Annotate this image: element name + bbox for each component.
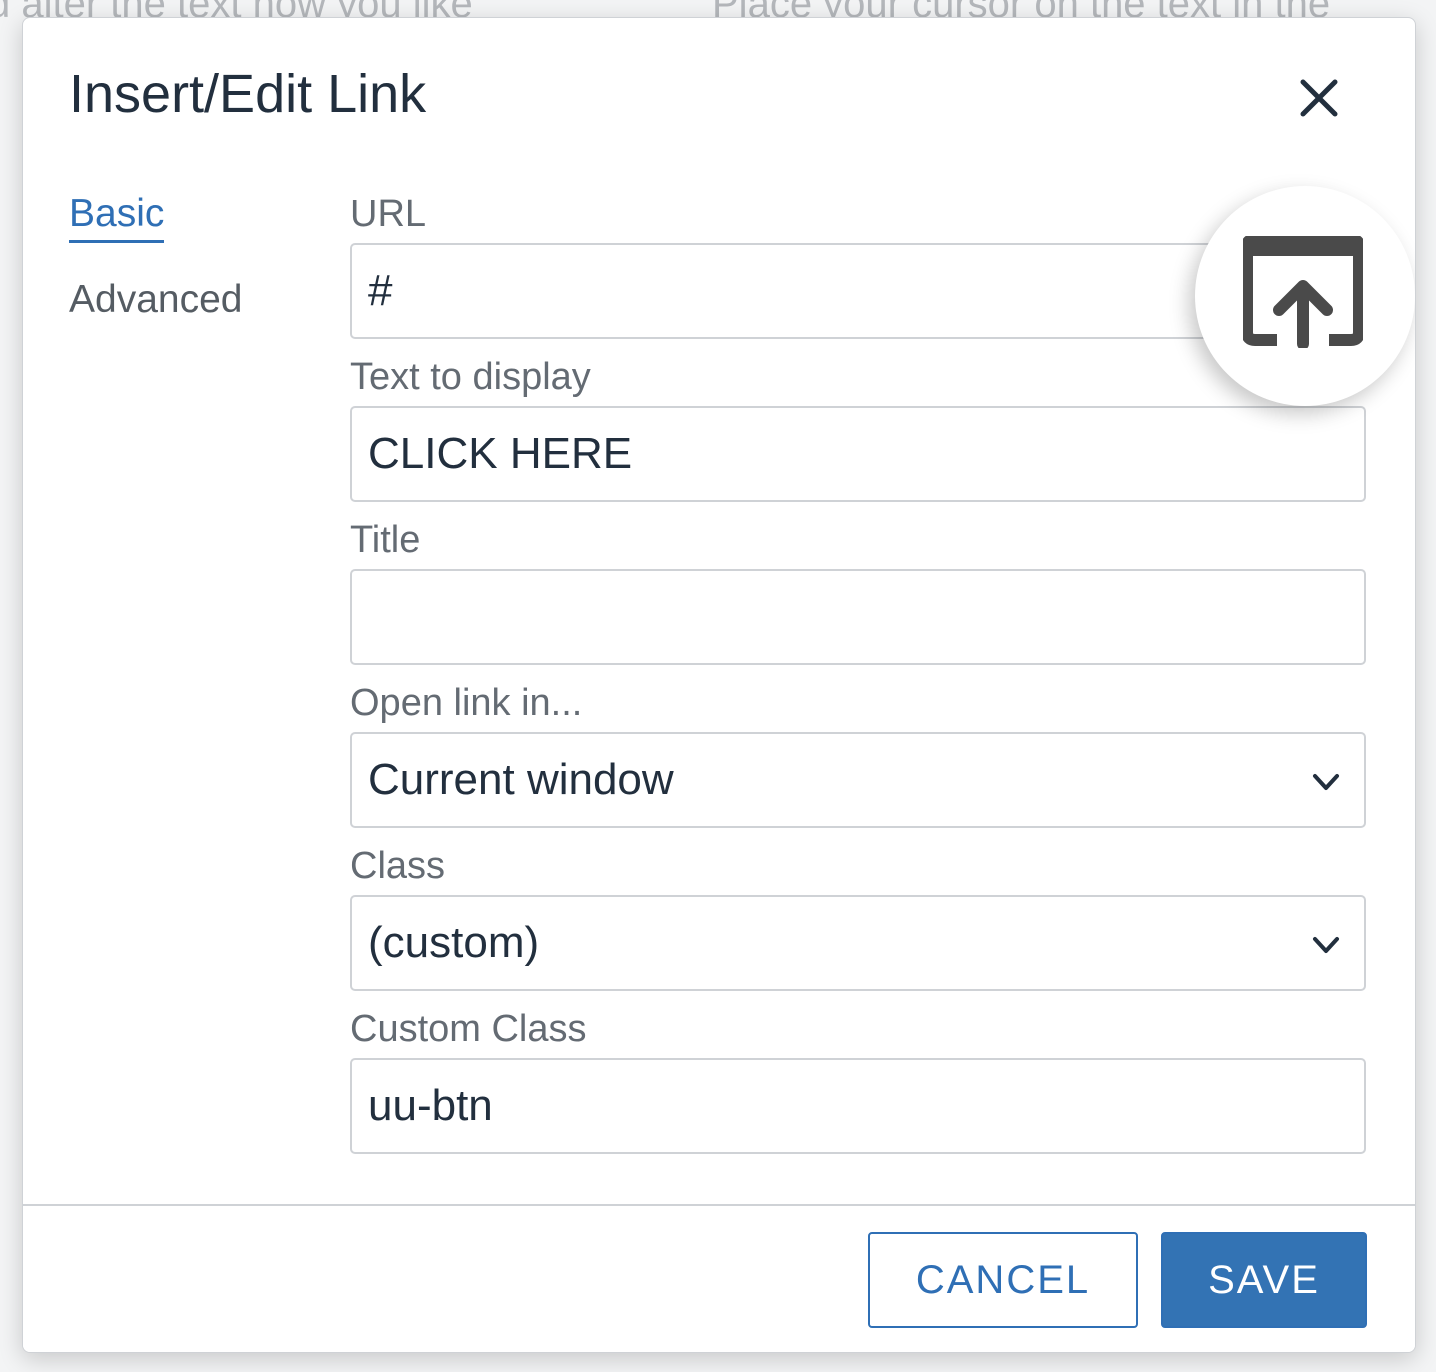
custom-class-label: Custom Class [350, 1008, 587, 1050]
class-label: Class [350, 845, 446, 887]
insert-edit-link-dialog: Insert/Edit Link Basic Advanced URL # Te… [22, 17, 1416, 1353]
cancel-button[interactable]: CANCEL [868, 1232, 1138, 1328]
save-button[interactable]: SAVE [1161, 1232, 1367, 1328]
title-label: Title [350, 519, 421, 561]
text-to-display-input[interactable]: CLICK HERE [350, 406, 1366, 502]
title-input[interactable] [350, 569, 1366, 665]
open-link-button[interactable] [1195, 186, 1415, 406]
chevron-down-icon [1313, 937, 1339, 953]
dialog-footer: CANCEL SAVE [23, 1204, 1415, 1352]
class-select[interactable]: (custom) [350, 895, 1366, 991]
custom-class-input[interactable]: uu-btn [350, 1058, 1366, 1154]
open-link-in-value: Current window [368, 755, 674, 804]
open-link-in-label: Open link in... [350, 682, 583, 724]
open-link-icon [1243, 236, 1363, 348]
dialog-title: Insert/Edit Link [69, 64, 427, 124]
close-button[interactable] [1291, 70, 1347, 126]
class-value: (custom) [368, 918, 540, 967]
text-to-display-label: Text to display [350, 356, 591, 398]
chevron-down-icon [1313, 774, 1339, 790]
url-label: URL [350, 193, 427, 235]
dialog-tabs: Basic Advanced [69, 190, 242, 357]
open-link-in-select[interactable]: Current window [350, 732, 1366, 828]
tab-basic[interactable]: Basic [69, 190, 165, 243]
close-icon [1300, 79, 1338, 117]
tab-advanced[interactable]: Advanced [69, 276, 242, 324]
